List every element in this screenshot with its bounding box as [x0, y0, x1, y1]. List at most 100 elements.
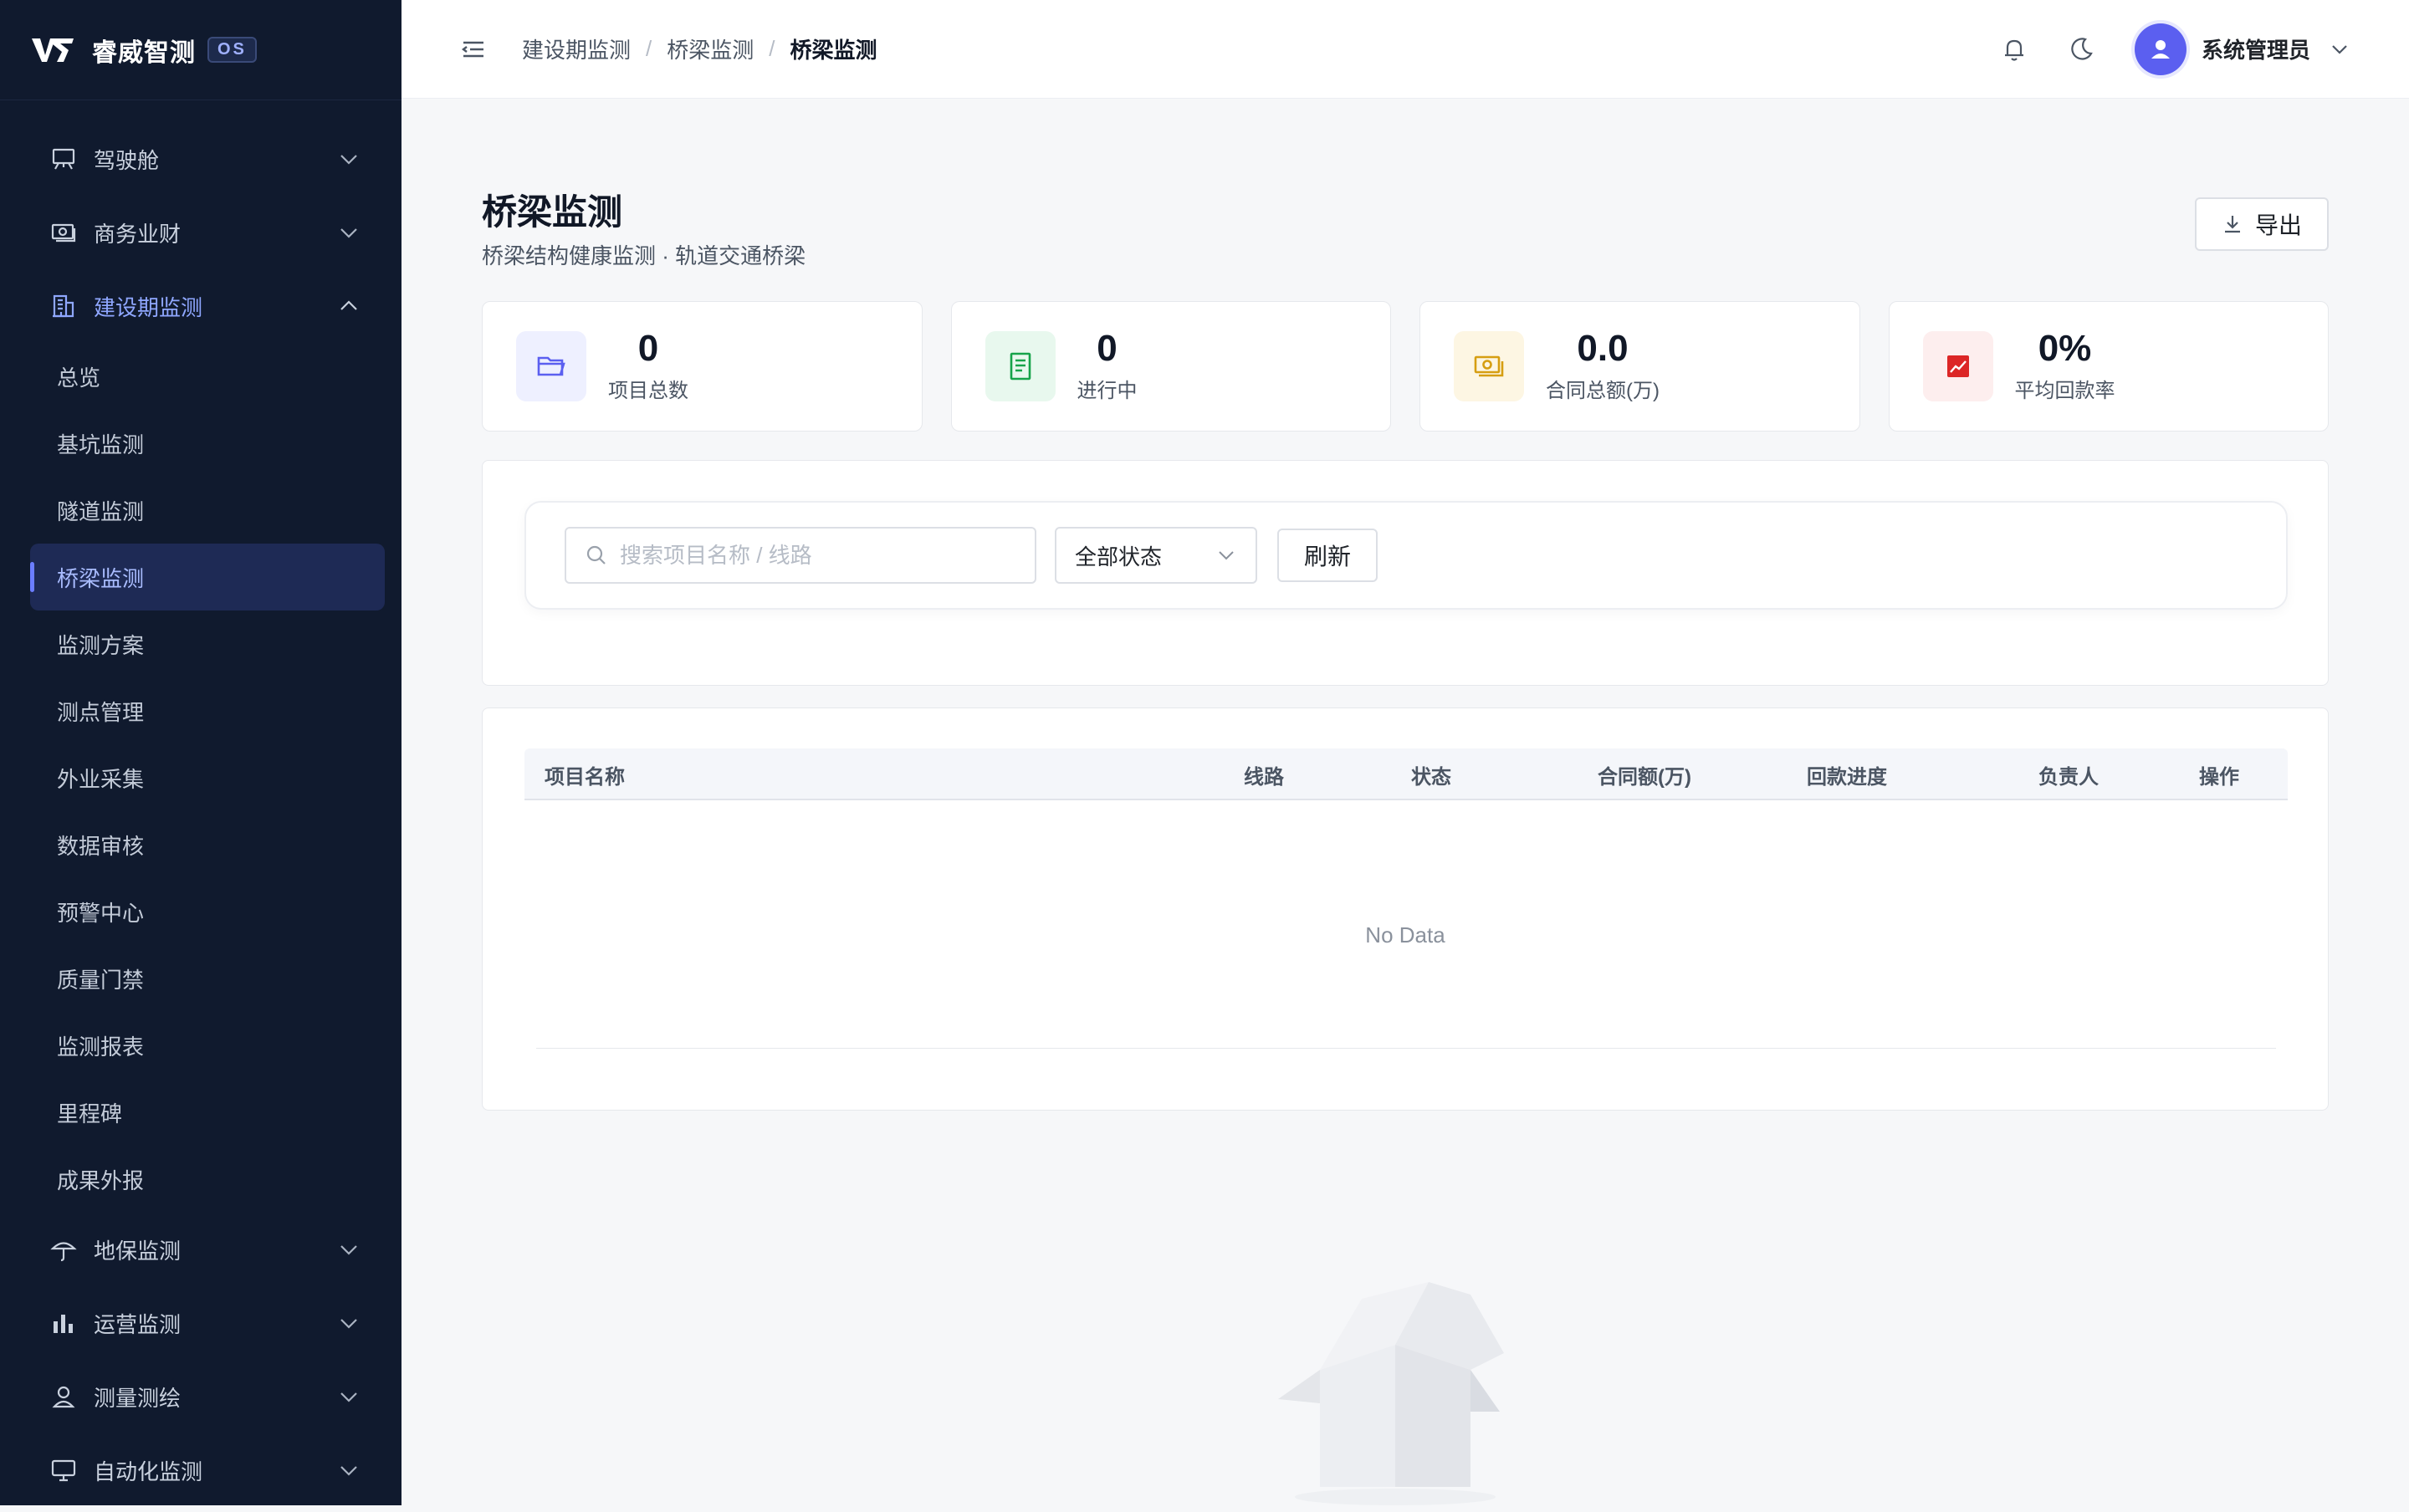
chevron-down-icon [340, 1466, 357, 1476]
menu-collapse-icon[interactable] [460, 36, 487, 63]
chevron-down-icon [340, 155, 357, 165]
sidebar-group-construction[interactable]: 建设期监测 [0, 269, 402, 343]
stat-label: 合同总额(万) [1546, 379, 1660, 402]
brand[interactable]: 睿威智测 OS [0, 0, 402, 100]
monitor-icon [50, 1457, 77, 1484]
sidebar-item-monitoring-plan[interactable]: 监测方案 [0, 610, 402, 677]
sidebar-group-label: 商务业财 [94, 221, 182, 247]
sidebar-item-bridge-monitoring[interactable]: 桥梁监测 [30, 544, 385, 610]
sidebar-group-cockpit[interactable]: 驾驶舱 [0, 122, 402, 196]
stat-value: 0 [1097, 328, 1118, 370]
chevron-down-icon[interactable] [2329, 38, 2350, 60]
sidebar-group-label: 运营监测 [94, 1311, 182, 1337]
money-icon [1454, 331, 1524, 401]
trend-chart-icon [1922, 331, 1993, 401]
document-icon [985, 331, 1056, 401]
sidebar-item-quality-gate[interactable]: 质量门禁 [0, 945, 402, 1012]
breadcrumb-item[interactable]: 建设期监测 [522, 33, 631, 64]
sidebar-item-monitoring-report[interactable]: 监测报表 [0, 1012, 402, 1079]
filter-card: 全部状态 刷新 [482, 460, 2329, 686]
stat-label: 平均回款率 [2014, 379, 2115, 402]
sidebar-item-alert-center[interactable]: 预警中心 [0, 878, 402, 945]
chevron-down-icon [340, 1245, 357, 1255]
refresh-button[interactable]: 刷新 [1277, 529, 1378, 582]
sidebar-group-automation[interactable]: 自动化监测 [0, 1433, 402, 1505]
chevron-down-icon [340, 228, 357, 238]
brand-badge: OS [207, 37, 257, 63]
breadcrumb-item[interactable]: 桥梁监测 [667, 33, 754, 64]
stat-value: 0% [2038, 328, 2092, 370]
user-name[interactable]: 系统管理员 [2202, 33, 2310, 64]
stat-value: 0.0 [1577, 328, 1629, 370]
top-header: 建设期监测 / 桥梁监测 / 桥梁监测 系统管理员 [402, 0, 2409, 99]
column-header-collection-progress[interactable]: 回款进度 [1807, 748, 1887, 800]
status-select-value: 全部状态 [1075, 544, 1163, 570]
avatar[interactable] [2134, 23, 2187, 75]
bell-icon[interactable] [1997, 33, 2031, 66]
breadcrumb-separator: / [646, 36, 652, 61]
sidebar-item-overview[interactable]: 总览 [0, 343, 402, 410]
stat-card-total-projects: 0 项目总数 [482, 301, 923, 432]
page-subtitle: 桥梁结构健康监测 · 轨道交通桥梁 [482, 243, 806, 268]
stat-label: 项目总数 [608, 379, 688, 402]
sidebar-group-ground-protection[interactable]: 地保监测 [0, 1213, 402, 1286]
export-button-label: 导出 [2254, 212, 2302, 238]
stat-card-avg-collection-rate: 0% 平均回款率 [1888, 301, 2329, 432]
download-icon [2224, 216, 2240, 233]
search-box[interactable] [565, 527, 1036, 584]
column-header-contract-amount[interactable]: 合同额(万) [1598, 748, 1691, 800]
sidebar-group-operation-monitoring[interactable]: 运营监测 [0, 1286, 402, 1360]
chevron-up-icon [340, 300, 357, 310]
brand-name: 睿威智测 [92, 38, 196, 67]
column-header-owner[interactable]: 负责人 [2038, 748, 2099, 800]
breadcrumb-separator: / [769, 36, 775, 61]
chevron-down-icon [1219, 551, 1234, 560]
sidebar-item-point-management[interactable]: 测点管理 [0, 677, 402, 744]
table-empty-text: No Data [1365, 922, 1445, 948]
sidebar-item-tunnel-monitoring[interactable]: 隧道监测 [0, 477, 402, 544]
table-divider [536, 1048, 2276, 1049]
column-header-project-name[interactable]: 项目名称 [545, 748, 625, 800]
header-actions: 系统管理员 [1964, 23, 2350, 75]
user-location-icon [50, 1383, 77, 1410]
sidebar-item-field-collection[interactable]: 外业采集 [0, 744, 402, 811]
breadcrumb: 建设期监测 / 桥梁监测 / 桥梁监测 [522, 33, 877, 64]
sidebar-item-data-review[interactable]: 数据审核 [0, 811, 402, 878]
column-header-line[interactable]: 线路 [1244, 748, 1284, 800]
chevron-down-icon [340, 1392, 357, 1402]
export-button[interactable]: 导出 [2195, 197, 2329, 251]
page-title: 桥梁监测 [482, 192, 623, 232]
folder-icon [516, 331, 586, 401]
empty-box-illustration [1278, 1282, 1504, 1505]
sidebar-nav: 驾驶舱 商务业财 建设期监测 总览 基坑监测 隧道监测 桥梁监测 监测方案 测点… [0, 100, 402, 1505]
presentation-board-icon [50, 146, 77, 172]
user-icon [2151, 39, 2170, 59]
sidebar-item-pit-monitoring[interactable]: 基坑监测 [0, 410, 402, 477]
cash-icon [50, 219, 77, 246]
column-header-actions[interactable]: 操作 [2199, 748, 2239, 800]
sidebar-group-label: 测量测绘 [94, 1385, 182, 1411]
project-table: 项目名称 线路 状态 合同额(万) 回款进度 负责人 操作 No Data [482, 707, 2329, 1111]
table-header: 项目名称 线路 状态 合同额(万) 回款进度 负责人 操作 [524, 748, 2288, 800]
stats-row: 0 项目总数 0 进行中 0.0 合同总额(万) 0% 平均回款率 [482, 301, 2329, 432]
main-content: 桥梁监测 桥梁结构健康监测 · 轨道交通桥梁 导出 0 项目总数 0 进行中 0… [402, 99, 2409, 1505]
sidebar-item-result-submission[interactable]: 成果外报 [0, 1146, 402, 1213]
stat-card-contract-total: 0.0 合同总额(万) [1419, 301, 1860, 432]
stat-value: 0 [637, 328, 659, 370]
sidebar-group-label: 建设期监测 [94, 294, 203, 320]
app-root: 睿威智测 OS 驾驶舱 商务业财 建设期监测 总览 基坑监测 隧道监测 桥梁监测… [0, 0, 2409, 1505]
sidebar-group-surveying[interactable]: 测量测绘 [0, 1360, 402, 1433]
umbrella-icon [50, 1236, 77, 1263]
breadcrumb-current: 桥梁监测 [790, 38, 877, 63]
brand-logo-icon [32, 38, 74, 62]
column-header-status[interactable]: 状态 [1411, 748, 1451, 800]
sidebar-group-label: 自动化监测 [94, 1458, 203, 1484]
sidebar-item-milestone[interactable]: 里程碑 [0, 1079, 402, 1146]
filter-bar: 全部状态 刷新 [524, 501, 2288, 610]
sidebar: 睿威智测 OS 驾驶舱 商务业财 建设期监测 总览 基坑监测 隧道监测 桥梁监测… [0, 0, 402, 1505]
search-icon [586, 545, 606, 564]
search-input[interactable] [620, 542, 1021, 569]
status-select[interactable]: 全部状态 [1055, 527, 1257, 584]
sidebar-group-business[interactable]: 商务业财 [0, 196, 402, 269]
dark-mode-moon-icon[interactable] [2064, 33, 2098, 66]
